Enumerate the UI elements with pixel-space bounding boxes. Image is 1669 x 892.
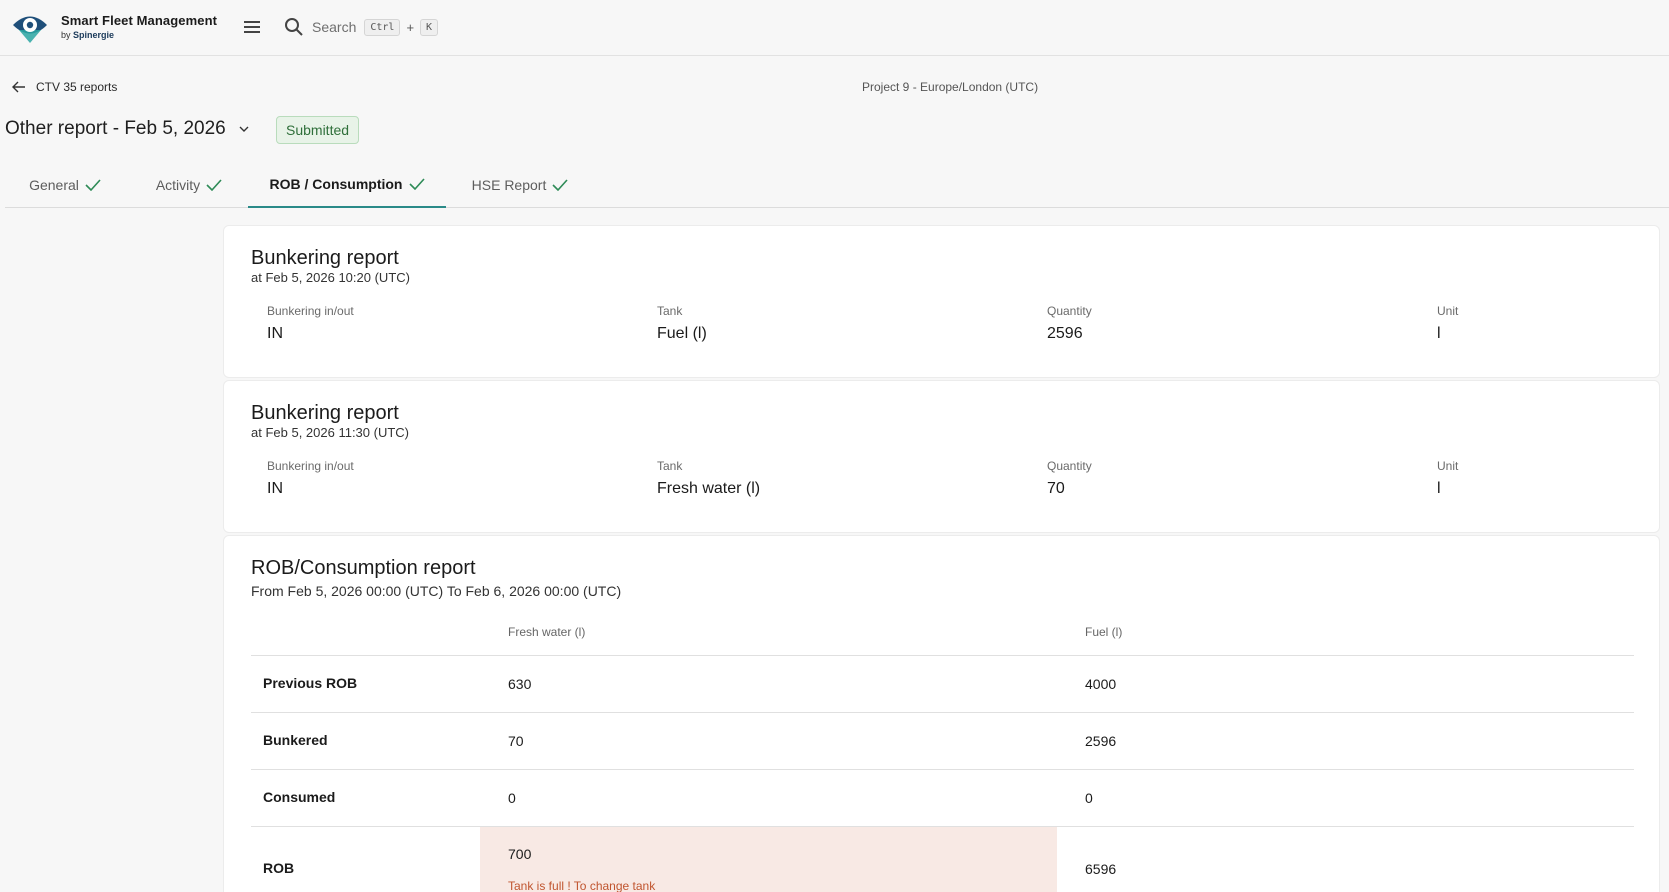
field-label: Unit — [1437, 304, 1459, 318]
arrow-left-icon — [12, 81, 25, 93]
table-row: Consumed 0 0 — [251, 769, 1634, 826]
check-icon — [85, 179, 101, 191]
row-label: ROB — [263, 860, 295, 876]
field-label: Tank — [657, 304, 683, 318]
status-badge: Submitted — [276, 116, 360, 144]
tab-label: Activity — [155, 177, 201, 193]
tab-label: General — [29, 177, 79, 193]
chevron-down-icon[interactable] — [238, 123, 250, 135]
byline-brand: Spinergie — [73, 30, 115, 40]
cell-value: 700 — [508, 846, 532, 862]
tab-hse-report[interactable]: HSE Report — [455, 162, 585, 208]
shortcut-key-ctrl: Ctrl — [364, 18, 401, 36]
bunkering-card: Bunkering report at Feb 5, 2026 10:20 (U… — [223, 225, 1660, 378]
card-subtitle: at Feb 5, 2026 11:30 (UTC) — [251, 425, 410, 440]
search-bar[interactable]: Search Ctrl + K — [284, 14, 439, 40]
field-value: IN — [267, 480, 283, 497]
spinergie-logo-icon — [13, 16, 47, 43]
brand: Smart Fleet Management by Spinergie — [61, 13, 217, 40]
card-subtitle: From Feb 5, 2026 00:00 (UTC) To Feb 6, 2… — [251, 583, 622, 599]
field-label: Bunkering in/out — [267, 304, 354, 318]
tab-general[interactable]: General — [5, 162, 125, 208]
field-label: Unit — [1437, 459, 1459, 473]
shortcut-key-k: K — [420, 18, 439, 36]
cell-value: 2596 — [1085, 733, 1117, 749]
row-label: Bunkered — [263, 732, 328, 748]
cell-value: 0 — [1085, 790, 1093, 806]
back-link-label: CTV 35 reports — [36, 80, 118, 94]
card-title: ROB/Consumption report — [251, 557, 476, 579]
card-title: Bunkering report — [251, 247, 399, 269]
field-value: l — [1437, 325, 1441, 342]
tab-label: HSE Report — [471, 177, 547, 193]
field-label: Quantity — [1047, 304, 1092, 318]
column-header-fresh-water: Fresh water (l) — [508, 625, 586, 639]
field-value: Fuel (l) — [657, 325, 707, 342]
app-byline: by Spinergie — [61, 30, 217, 40]
app-title: Smart Fleet Management — [61, 13, 218, 28]
report-title[interactable]: Other report - Feb 5, 2026 — [5, 118, 250, 140]
rob-consumption-card: ROB/Consumption report From Feb 5, 2026 … — [223, 535, 1660, 892]
back-link[interactable]: CTV 35 reports — [12, 80, 117, 94]
field-label: Quantity — [1047, 459, 1092, 473]
check-icon — [206, 179, 222, 191]
field-label: Bunkering in/out — [267, 459, 354, 473]
field-value: 70 — [1047, 480, 1065, 497]
cell-value: 4000 — [1085, 676, 1117, 692]
field-value: Fresh water (l) — [657, 480, 761, 497]
check-icon — [552, 179, 568, 191]
cell-value: 70 — [508, 733, 524, 749]
cell-value: 6596 — [1085, 861, 1117, 877]
tab-activity[interactable]: Activity — [125, 162, 253, 208]
check-icon — [408, 178, 425, 190]
field-label: Tank — [657, 459, 683, 473]
byline-prefix: by — [61, 30, 71, 40]
top-bar: Smart Fleet Management by Spinergie Sear… — [0, 0, 1669, 56]
table-row: Previous ROB 630 4000 — [251, 655, 1634, 712]
shortcut-plus: + — [406, 19, 415, 35]
row-label: Consumed — [263, 789, 336, 805]
row-label: Previous ROB — [263, 675, 358, 691]
field-value: IN — [267, 325, 283, 342]
card-subtitle: at Feb 5, 2026 10:20 (UTC) — [251, 270, 410, 285]
hamburger-menu-icon[interactable] — [242, 17, 262, 37]
bunkering-card: Bunkering report at Feb 5, 2026 11:30 (U… — [223, 380, 1660, 533]
tab-bar: General Activity ROB / Consumption HSE R… — [5, 162, 1669, 208]
field-value: l — [1437, 480, 1441, 497]
report-title-text: Other report - Feb 5, 2026 — [5, 118, 226, 139]
search-icon — [285, 18, 303, 36]
project-timezone: Project 9 - Europe/London (UTC) — [862, 80, 1039, 94]
tank-full-warning: Tank is full ! To change tank — [508, 879, 656, 892]
tab-rob-consumption[interactable]: ROB / Consumption — [248, 162, 446, 208]
tab-label: ROB / Consumption — [269, 176, 403, 192]
field-value: 2596 — [1047, 325, 1083, 342]
cell-value: 630 — [508, 676, 532, 692]
cell-value: 0 — [508, 790, 516, 806]
table-row: ROB 700 Tank is full ! To change tank 65… — [251, 826, 1634, 892]
search-label: Search — [312, 19, 357, 35]
column-header-fuel: Fuel (l) — [1085, 625, 1123, 639]
table-row: Bunkered 70 2596 — [251, 712, 1634, 769]
card-title: Bunkering report — [251, 402, 399, 424]
